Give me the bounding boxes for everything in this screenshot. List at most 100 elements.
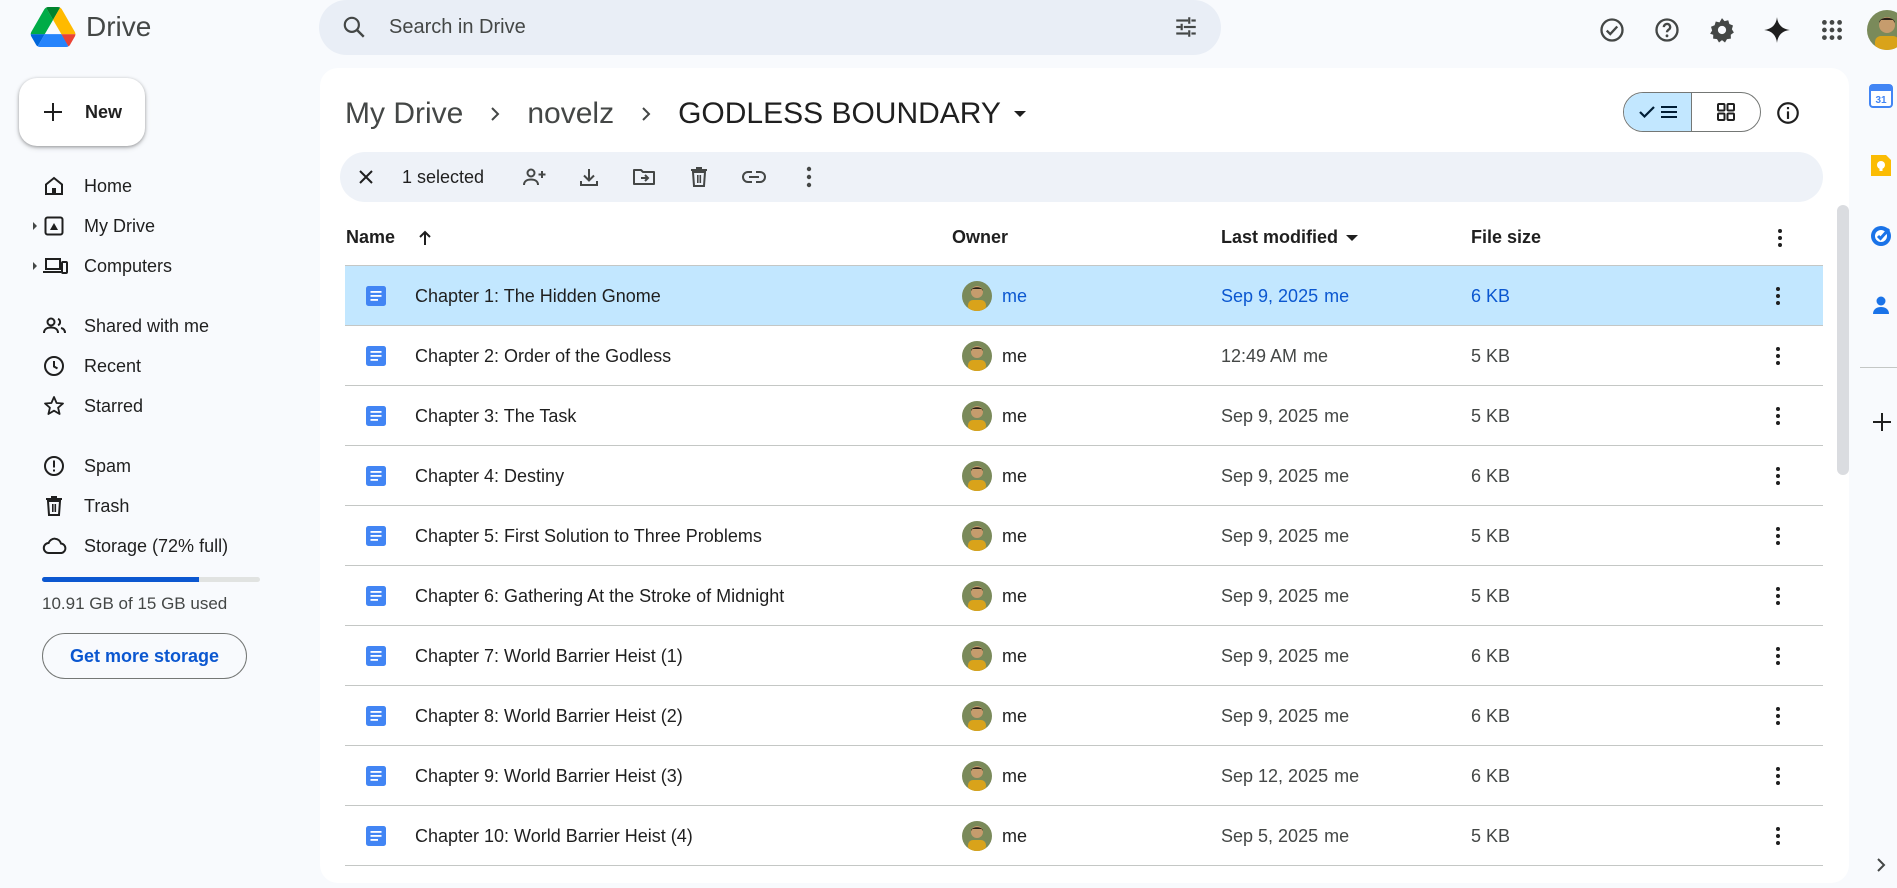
- sidebar-item-spam[interactable]: Spam: [30, 446, 310, 486]
- table-row[interactable]: Chapter 8: World Barrier Heist (2) me Sep …: [345, 686, 1823, 746]
- more-actions-icon[interactable]: [1775, 386, 1781, 446]
- contacts-icon[interactable]: [1869, 292, 1897, 362]
- search-input[interactable]: [389, 10, 1149, 44]
- sidebar-item-trash[interactable]: Trash: [30, 486, 310, 526]
- file-name[interactable]: Chapter 1: The Hidden Gnome: [415, 266, 661, 326]
- table-row[interactable]: Chapter 9: World Barrier Heist (3) me Sep …: [345, 746, 1823, 806]
- delete-icon[interactable]: [671, 152, 726, 202]
- file-name[interactable]: Chapter 10: World Barrier Heist (4): [415, 806, 693, 866]
- search-options-icon[interactable]: [1173, 14, 1199, 40]
- sidebar-item-storage[interactable]: Storage (72% full): [30, 526, 310, 566]
- sidebar-item-my-drive[interactable]: My Drive: [30, 206, 310, 246]
- more-actions-icon[interactable]: [1775, 566, 1781, 626]
- file-name[interactable]: Chapter 5: First Solution to Three Probl…: [415, 506, 762, 566]
- column-header-owner[interactable]: Owner: [952, 227, 1008, 248]
- file-name[interactable]: Chapter 6: Gathering At the Stroke of Mi…: [415, 566, 784, 626]
- chevron-right-icon: [489, 105, 501, 123]
- owner-cell: me: [962, 446, 1027, 506]
- expand-caret-icon[interactable]: [31, 260, 39, 272]
- more-actions-icon[interactable]: [1775, 626, 1781, 686]
- more-actions-icon[interactable]: [781, 152, 836, 202]
- clear-selection-icon[interactable]: [342, 152, 390, 202]
- selected-count: 1 selected: [402, 166, 485, 187]
- sidebar-item-home[interactable]: Home: [30, 166, 310, 206]
- new-button[interactable]: New: [19, 78, 145, 146]
- file-name[interactable]: Chapter 2: Order of the Godless: [415, 326, 671, 386]
- more-actions-icon[interactable]: [1775, 686, 1781, 746]
- more-actions-icon[interactable]: [1775, 806, 1781, 866]
- apps-grid-icon[interactable]: [1804, 12, 1859, 48]
- google-docs-icon: [365, 386, 387, 446]
- modified-date: Sep 9, 2025: [1221, 465, 1319, 486]
- column-header-name[interactable]: Name: [346, 227, 433, 248]
- get-add-ons-icon[interactable]: [1872, 412, 1892, 432]
- modified-date: Sep 12, 2025: [1221, 765, 1329, 786]
- column-header-last-modified[interactable]: Last modified: [1221, 227, 1359, 248]
- copy-link-icon[interactable]: [726, 152, 781, 202]
- info-icon[interactable]: [1775, 100, 1801, 126]
- calendar-icon[interactable]: 31: [1869, 82, 1897, 152]
- file-name[interactable]: Chapter 9: World Barrier Heist (3): [415, 746, 683, 806]
- sort-arrow-up-icon[interactable]: [417, 229, 433, 247]
- search-icon[interactable]: [341, 14, 367, 40]
- file-name[interactable]: Chapter 3: The Task: [415, 386, 576, 446]
- more-actions-icon[interactable]: [1775, 326, 1781, 386]
- download-icon[interactable]: [561, 152, 616, 202]
- sidebar-item-computers[interactable]: Computers: [30, 246, 310, 286]
- sidebar-item-shared-with-me[interactable]: Shared with me: [30, 306, 310, 346]
- more-actions-icon[interactable]: [1775, 266, 1781, 326]
- file-size: 5 KB: [1471, 405, 1511, 426]
- modified-date: Sep 9, 2025: [1221, 525, 1319, 546]
- file-name[interactable]: Chapter 8: World Barrier Heist (2): [415, 686, 683, 746]
- get-more-storage-button[interactable]: Get more storage: [42, 633, 247, 679]
- table-row[interactable]: Chapter 5: First Solution to Three Probl…: [345, 506, 1823, 566]
- google-docs-icon: [365, 746, 387, 806]
- search-bar[interactable]: [319, 0, 1221, 55]
- table-row[interactable]: Chapter 2: Order of the Godless me 12:49 A…: [345, 326, 1823, 386]
- table-row[interactable]: Chapter 3: The Task me Sep 9, 2025 me 5 KB: [345, 386, 1823, 446]
- table-row[interactable]: Chapter 4: Destiny me Sep 9, 2025 me 6 KB: [345, 446, 1823, 506]
- list-view-button[interactable]: [1624, 93, 1692, 131]
- table-row[interactable]: Chapter 6: Gathering At the Stroke of Mi…: [345, 566, 1823, 626]
- drive-logo[interactable]: Drive: [30, 4, 151, 50]
- side-panel-rail: 31: [1869, 82, 1897, 362]
- shared-icon: [42, 314, 68, 338]
- settings-icon[interactable]: [1694, 12, 1749, 48]
- table-row[interactable]: Chapter 7: World Barrier Heist (1) me Sep …: [345, 626, 1823, 686]
- more-actions-icon[interactable]: [1775, 446, 1781, 506]
- vertical-scrollbar[interactable]: [1837, 205, 1849, 475]
- move-icon[interactable]: [616, 152, 671, 202]
- table-row[interactable]: Chapter 10: World Barrier Heist (4) me Sep…: [345, 806, 1823, 866]
- grid-view-button[interactable]: [1692, 93, 1760, 131]
- file-name[interactable]: Chapter 4: Destiny: [415, 446, 564, 506]
- main-content: My Drive novelz GODLESS BOUNDARY 1 selec…: [320, 68, 1849, 883]
- sidebar-item-starred[interactable]: Starred: [30, 386, 310, 426]
- breadcrumb-novelz[interactable]: novelz: [527, 97, 614, 131]
- caret-down-icon[interactable]: [1013, 109, 1027, 119]
- ready-for-offline-icon[interactable]: [1584, 12, 1639, 48]
- table-row[interactable]: Chapter 1: The Hidden Gnome me Sep 9, 2025…: [345, 266, 1823, 326]
- sidebar-item-recent[interactable]: Recent: [30, 346, 310, 386]
- share-icon[interactable]: [506, 152, 561, 202]
- breadcrumb-current-folder[interactable]: GODLESS BOUNDARY: [678, 97, 1001, 131]
- more-actions-icon[interactable]: [1775, 506, 1781, 566]
- breadcrumb-my-drive[interactable]: My Drive: [345, 97, 463, 131]
- last-modified-cell: Sep 9, 2025 me: [1221, 566, 1349, 626]
- my-drive-icon: [42, 214, 66, 238]
- tasks-icon[interactable]: [1869, 222, 1897, 292]
- owner-name: me: [1002, 525, 1028, 546]
- file-name[interactable]: Chapter 7: World Barrier Heist (1): [415, 626, 683, 686]
- keep-icon[interactable]: [1869, 152, 1897, 222]
- owner-name: me: [1002, 465, 1028, 486]
- account-avatar[interactable]: [1867, 10, 1897, 50]
- file-size: 5 KB: [1471, 825, 1511, 846]
- column-options-icon[interactable]: [1777, 228, 1783, 248]
- help-icon[interactable]: [1639, 12, 1694, 48]
- more-actions-icon[interactable]: [1775, 746, 1781, 806]
- owner-name: me: [1002, 825, 1028, 846]
- gemini-icon[interactable]: [1749, 12, 1804, 48]
- show-side-panel-icon[interactable]: [1876, 857, 1886, 873]
- modified-date: Sep 9, 2025: [1221, 585, 1319, 606]
- column-header-file-size[interactable]: File size: [1471, 227, 1541, 248]
- expand-caret-icon[interactable]: [31, 220, 39, 232]
